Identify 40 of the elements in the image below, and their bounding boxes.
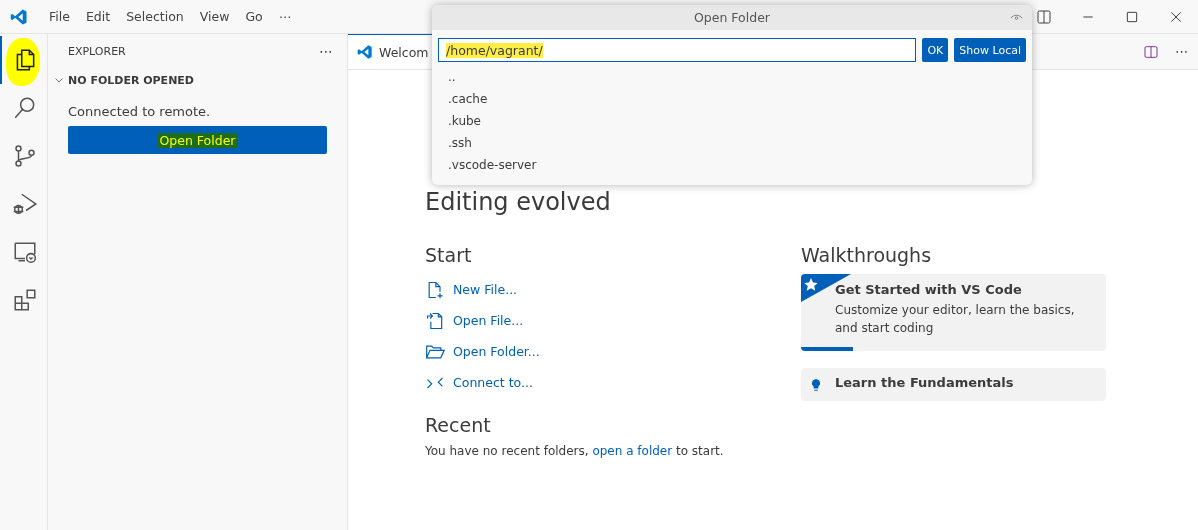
folder-list-item[interactable]: .kube	[432, 110, 1032, 132]
open-file-icon[interactable]	[425, 310, 445, 331]
section-title: Start	[425, 244, 473, 266]
folder-list-item[interactable]: ..	[432, 66, 1032, 88]
open-folder-link[interactable]: open a folder	[592, 444, 673, 458]
vscode-logo-icon[interactable]	[10, 7, 28, 26]
folder-list-item[interactable]: .cache	[432, 88, 1032, 110]
walkthrough-card[interactable]: Learn the Fundamentals	[801, 368, 1106, 401]
run-debug-icon[interactable]	[11, 191, 38, 217]
dialog-title: Open Folder	[694, 10, 770, 25]
section-title: Walkthroughs	[801, 244, 933, 266]
layout-icon[interactable]	[1036, 8, 1052, 25]
welcome-subtitle: Editing evolved	[425, 188, 612, 218]
dialog-button[interactable]: Show Local	[954, 38, 1026, 62]
menu-item[interactable]: Edit	[77, 9, 119, 24]
menu-item[interactable]: Selection	[118, 9, 192, 24]
recent-message: You have no recent folders, open a folder to start.	[425, 444, 725, 458]
path-input-field[interactable]: /home/vagrant/	[438, 38, 917, 62]
section-title: Recent	[425, 414, 492, 436]
start-link[interactable]: Connect to...	[425, 367, 801, 398]
menu-item[interactable]: Go	[237, 9, 271, 24]
section-header[interactable]: NO FOLDER OPENED	[48, 68, 347, 92]
more-actions-button[interactable]: ⋯	[319, 43, 333, 59]
menu-item[interactable]: ⋯	[270, 9, 300, 24]
more-actions-button[interactable]: ⋯	[1175, 44, 1188, 59]
extensions-icon[interactable]	[11, 287, 38, 313]
start-link[interactable]: Open File...	[425, 305, 801, 336]
sidebar-message: Connected to remote.	[67, 103, 212, 121]
open-folder-button[interactable]: Open Folder	[68, 126, 327, 154]
sidebar-title: EXPLORER	[68, 44, 126, 58]
menu-item[interactable]: View	[191, 9, 238, 24]
start-link[interactable]: Open Folder...	[425, 336, 801, 367]
walkthrough-card[interactable]: Get Started with VS Code Customize your editor, learn the basics, and start coding	[801, 274, 1106, 351]
start-link[interactable]: New File...	[425, 274, 801, 305]
menu-item[interactable]: File	[41, 9, 78, 24]
split-editor-icon[interactable]	[1143, 43, 1159, 60]
folder-list-item[interactable]: .ssh	[432, 132, 1032, 154]
vscode-logo-icon[interactable]	[357, 44, 373, 60]
dialog-button[interactable]: OK	[922, 38, 949, 62]
folder-list-item[interactable]: .vscode-server	[432, 154, 1032, 176]
